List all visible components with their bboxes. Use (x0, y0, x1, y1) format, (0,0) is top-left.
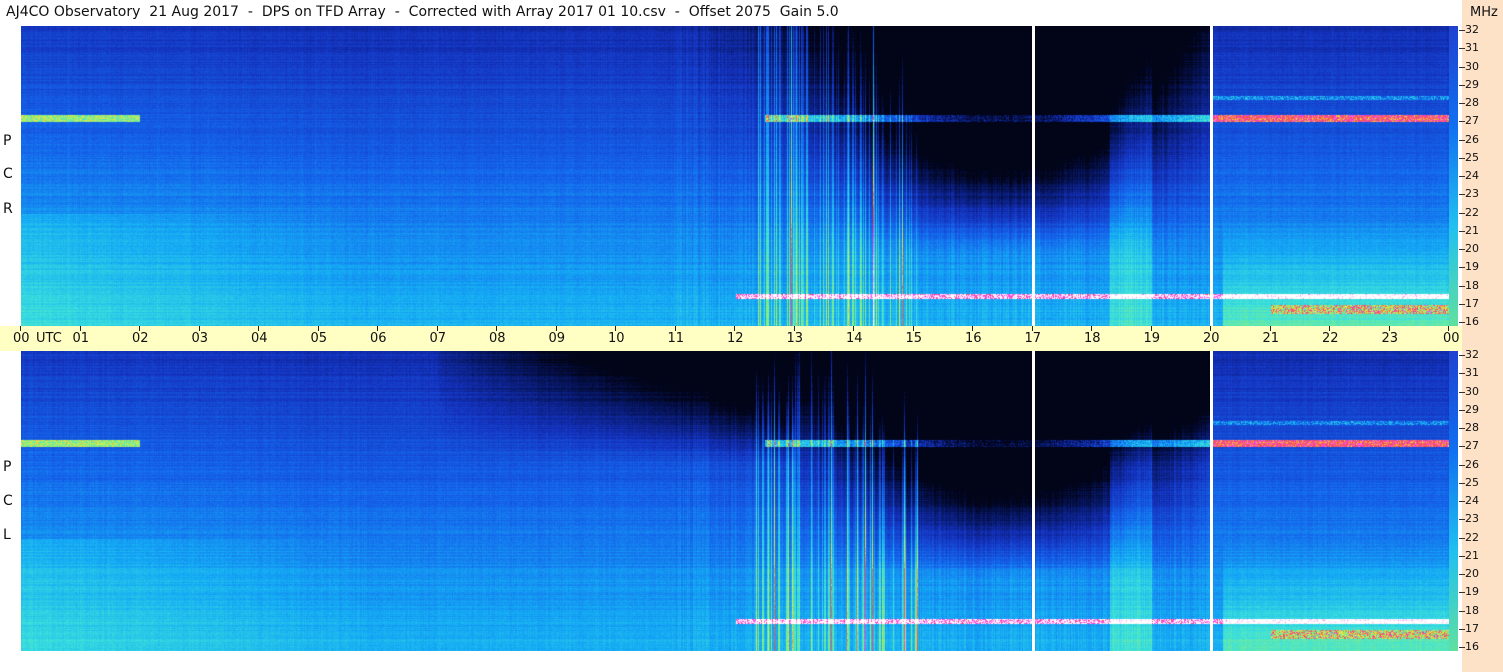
freq-tick-label: 24 (1465, 494, 1479, 507)
time-tick-label: 15 (905, 331, 923, 346)
lcp-label: P C L (0, 351, 20, 651)
time-tick-label: 00 (1443, 331, 1460, 346)
freq-tick-label: 19 (1465, 260, 1479, 274)
time-tick-label: 17 (1024, 331, 1042, 346)
time-tick-label: 05 (310, 331, 328, 346)
data-gap-line (1031, 26, 1035, 326)
freq-tick-label: 30 (1465, 59, 1479, 73)
data-gap-line (1210, 26, 1213, 326)
freq-tick-label: 21 (1465, 223, 1479, 237)
time-tick-label: 14 (846, 331, 863, 346)
freq-tick-label: 32 (1465, 348, 1479, 361)
freq-tick-label: 17 (1465, 296, 1479, 310)
time-tick-label: 12 (727, 331, 744, 346)
freq-tick-label: 28 (1465, 96, 1479, 109)
freq-tick-label: 20 (1465, 242, 1479, 255)
freq-tick-label: 23 (1465, 512, 1479, 526)
time-tick-label: 08 (489, 331, 506, 346)
time-tick-label: 19 (1143, 331, 1161, 346)
time-tick-label: 09 (548, 331, 566, 346)
freq-tick-label: 25 (1465, 475, 1479, 489)
lcp-color-strip (1449, 351, 1458, 651)
time-tick-label: 00 (13, 331, 30, 346)
freq-tick-label: 19 (1465, 585, 1479, 599)
freq-tick-label: 31 (1465, 366, 1479, 380)
freq-tick-label: 22 (1465, 530, 1479, 544)
chart-title: AJ4CO Observatory 21 Aug 2017 - DPS on T… (6, 4, 839, 20)
data-gap-line (1031, 351, 1035, 651)
time-tick-label: 06 (370, 331, 387, 346)
freq-tick-label: 16 (1465, 315, 1479, 328)
freq-tick-label: 25 (1465, 150, 1479, 164)
freq-tick-label: 31 (1465, 41, 1479, 55)
pol-letter-c: C (3, 166, 13, 182)
freq-tick-label: 26 (1465, 457, 1479, 471)
rcp-spectrogram (21, 26, 1449, 326)
freq-tick-label: 18 (1465, 603, 1479, 617)
utc-unit-label: UTC (36, 331, 62, 346)
pol-letter-p: P (3, 459, 12, 475)
time-tick-label: 22 (1322, 331, 1339, 346)
time-tick-label: 11 (667, 331, 685, 346)
freq-tick-label: 32 (1465, 23, 1479, 36)
freq-tick-label: 26 (1465, 132, 1479, 146)
time-tick-label: 04 (251, 331, 268, 346)
time-tick-label: 03 (191, 331, 209, 346)
freq-tick-label: 20 (1465, 567, 1479, 580)
time-tick-label: 07 (429, 331, 447, 346)
time-tick-label: 18 (1084, 331, 1101, 346)
freq-tick-label: 30 (1465, 384, 1479, 398)
data-gap-line (1210, 351, 1213, 651)
pol-letter-r: R (3, 201, 13, 217)
pol-letter-c: C (3, 493, 13, 509)
freq-tick-label: 27 (1465, 114, 1479, 128)
rcp-label: P C R (0, 26, 20, 326)
time-tick-label: 13 (786, 331, 804, 346)
freq-tick-label: 28 (1465, 421, 1479, 434)
time-tick-label: 02 (132, 331, 149, 346)
pol-letter-p: P (3, 133, 12, 149)
freq-tick-label: 23 (1465, 187, 1479, 201)
title-bar: AJ4CO Observatory 21 Aug 2017 - DPS on T… (0, 0, 1462, 26)
freq-tick-label: 21 (1465, 548, 1479, 562)
time-tick-label: 23 (1381, 331, 1399, 346)
freq-tick-label: 27 (1465, 439, 1479, 453)
freq-tick-label: 16 (1465, 640, 1479, 653)
freq-tick-label: 17 (1465, 621, 1479, 635)
freq-tick-label: 29 (1465, 77, 1479, 91)
lcp-spectrogram (21, 351, 1449, 651)
freq-tick-label: 22 (1465, 205, 1479, 219)
time-tick-label: 16 (965, 331, 982, 346)
time-tick-label: 20 (1203, 331, 1220, 346)
time-tick-label: 10 (608, 331, 625, 346)
freq-tick-label: 29 (1465, 402, 1479, 416)
utc-time-axis: 00 01 02 03 04 05 06 07 08 09 10 11 12 13 14 15 16 17 18 19… (0, 326, 1462, 351)
freq-tick-label: 18 (1465, 278, 1479, 292)
pol-letter-l: L (3, 527, 11, 543)
mhz-unit-label: MHz (1470, 5, 1498, 20)
time-tick-label: 01 (72, 331, 90, 346)
freq-tick-label: 24 (1465, 169, 1479, 182)
rcp-color-strip (1449, 26, 1458, 326)
time-tick-label: 21 (1262, 331, 1280, 346)
